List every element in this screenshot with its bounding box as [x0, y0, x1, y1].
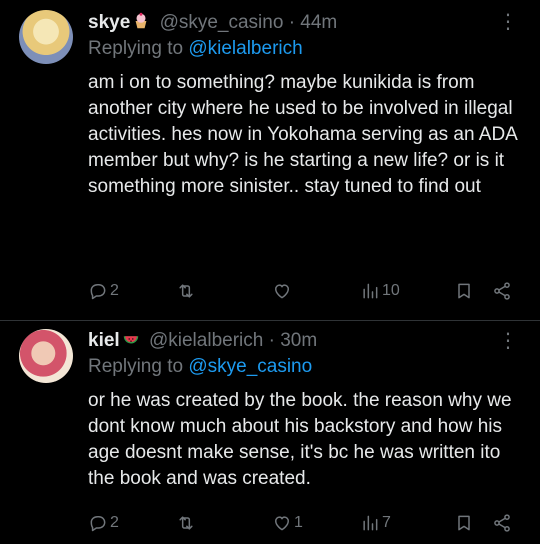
more-icon[interactable]: ⋮: [498, 331, 518, 351]
handle[interactable]: @kielalberich: [149, 330, 263, 351]
share-icon: [494, 514, 510, 532]
share-button[interactable]: [492, 278, 512, 304]
bookmark-button[interactable]: [454, 278, 474, 304]
heart-icon: [275, 284, 289, 299]
replying-to: Replying to @skye_casino: [88, 356, 312, 378]
bookmark-icon: [458, 515, 470, 531]
reply-icon: [90, 284, 106, 300]
replying-prefix: Replying to: [88, 356, 189, 377]
avatar[interactable]: [19, 329, 73, 383]
action-bar: 2 1 7: [88, 510, 518, 536]
tweet-text: am i on to something? maybe kunikida is …: [88, 72, 517, 197]
handle[interactable]: @skye_casino: [160, 12, 284, 33]
reply-button[interactable]: 2: [88, 510, 119, 536]
reply-icon: [90, 516, 106, 532]
tweet[interactable]: kiel @kielalberich · 30m ⋮ Replying to @…: [0, 320, 540, 544]
views-icon: [363, 283, 378, 299]
separator: ·: [288, 12, 296, 33]
tweet-text: or he was created by the book. the reaso…: [88, 390, 512, 489]
like-button[interactable]: 1: [272, 510, 303, 536]
action-bar: 2 10: [88, 278, 518, 304]
tweet-header: kiel @kielalberich · 30m: [88, 330, 500, 356]
views-button[interactable]: 10: [360, 278, 400, 304]
retweet-icon: [179, 284, 193, 298]
display-name[interactable]: kiel: [88, 330, 120, 351]
display-name[interactable]: skye: [88, 12, 130, 33]
replying-prefix: Replying to: [88, 38, 189, 59]
share-button[interactable]: [492, 510, 512, 536]
replying-to: Replying to @kielalberich: [88, 38, 303, 60]
cupcake-icon: [135, 12, 147, 29]
heart-icon: [275, 516, 289, 531]
timestamp[interactable]: 30m: [280, 330, 317, 351]
views-button[interactable]: 7: [360, 510, 391, 536]
like-count: 1: [294, 514, 303, 531]
reply-count: 2: [110, 282, 119, 299]
bookmark-icon: [458, 283, 470, 299]
more-icon[interactable]: ⋮: [498, 12, 518, 32]
views-icon: [363, 515, 378, 531]
reply-count: 2: [110, 514, 119, 531]
timestamp[interactable]: 44m: [300, 12, 337, 33]
tweet-header: skye @skye_casino · 44m: [88, 12, 500, 38]
reply-button[interactable]: 2: [88, 278, 119, 304]
replying-to-link[interactable]: @kielalberich: [188, 38, 302, 59]
view-count: 10: [382, 282, 400, 299]
share-icon: [494, 282, 510, 300]
like-button[interactable]: [272, 278, 292, 304]
replying-to-link[interactable]: @skye_casino: [188, 356, 312, 377]
retweet-button[interactable]: [176, 510, 196, 536]
retweet-button[interactable]: [176, 278, 196, 304]
watermelon-icon: [123, 336, 138, 344]
avatar[interactable]: [19, 10, 73, 64]
tweet[interactable]: skye @skye_casino · 44m ⋮ Replying to @k…: [0, 0, 540, 320]
separator: ·: [268, 330, 275, 351]
view-count: 7: [382, 514, 391, 531]
bookmark-button[interactable]: [454, 510, 474, 536]
retweet-icon: [179, 516, 193, 530]
